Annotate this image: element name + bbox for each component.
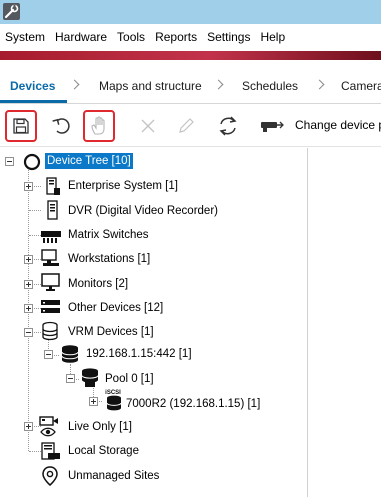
tree-collapse-toggle[interactable] (66, 374, 75, 383)
tree-item-label[interactable]: 192.168.1.15:442 [1] (86, 346, 192, 362)
tree-item-label[interactable]: Unmanaged Sites (68, 468, 159, 484)
tree-expand-toggle[interactable] (24, 255, 33, 264)
tree-item-label[interactable]: Other Devices [12] (68, 300, 163, 316)
hand-tool-button[interactable] (83, 110, 115, 142)
tab-bar: Devices Maps and structure Schedules Cam… (0, 60, 381, 104)
iscsi-storage-icon: iSCSI (101, 388, 125, 412)
chevron-right-icon (69, 79, 80, 90)
tree-expand-toggle[interactable] (24, 280, 33, 289)
other-devices-icon (40, 297, 60, 317)
close-icon (141, 119, 155, 133)
tree-item-label[interactable]: VRM Devices [1] (68, 324, 154, 340)
tree-expand-toggle[interactable] (24, 422, 33, 431)
menu-bar: System Hardware Tools Reports Settings H… (0, 24, 381, 51)
tree-connector (29, 210, 41, 211)
vrm-database-icon (40, 321, 60, 341)
tree-item-label[interactable]: Matrix Switches (68, 227, 149, 243)
chevron-right-icon (213, 79, 224, 90)
tree-item-label[interactable]: 7000R2 (192.168.1.15) [1] (126, 396, 260, 412)
change-device-button[interactable] (256, 110, 288, 142)
iscsi-icon-text: iSCSI (105, 390, 121, 396)
edit-button[interactable] (170, 110, 202, 142)
save-icon (13, 118, 29, 134)
monitor-icon (40, 272, 60, 292)
undo-icon (52, 118, 70, 134)
tree-item-label[interactable]: Monitors [2] (68, 276, 128, 292)
menu-settings[interactable]: Settings (202, 24, 255, 51)
undo-button[interactable] (45, 110, 77, 142)
tab-maps-and-structure[interactable]: Maps and structure (99, 60, 202, 103)
pencil-icon (179, 118, 194, 133)
dvr-icon (42, 200, 62, 220)
live-only-icon (38, 414, 62, 438)
device-tree-root-icon (22, 152, 42, 172)
app-tools-icon[interactable] (3, 3, 20, 20)
matrix-switch-icon (40, 225, 61, 245)
menu-hardware[interactable]: Hardware (50, 24, 112, 51)
tree-root-label[interactable]: Device Tree [10] (45, 153, 133, 169)
details-pane (307, 148, 381, 497)
location-pin-icon (40, 465, 60, 486)
brand-accent-stripe (0, 51, 381, 60)
tree-item-label[interactable]: Enterprise System [1] (68, 178, 178, 194)
pool-icon (79, 367, 99, 387)
vrm-server-icon (60, 344, 80, 364)
tree-item-label[interactable]: Pool 0 [1] (105, 371, 154, 387)
enterprise-system-icon (42, 176, 62, 196)
local-storage-icon (40, 441, 60, 461)
tree-item-label[interactable]: Live Only [1] (68, 419, 132, 435)
delete-button[interactable] (132, 110, 164, 142)
menu-system[interactable]: System (0, 24, 50, 51)
refresh-button[interactable] (212, 110, 244, 142)
tab-cameras[interactable]: Camera (341, 60, 381, 103)
workstation-icon (40, 248, 60, 268)
refresh-icon (219, 116, 237, 136)
tree-collapse-toggle[interactable] (5, 157, 14, 166)
tree-collapse-toggle[interactable] (24, 328, 33, 337)
tab-schedules[interactable]: Schedules (242, 60, 298, 103)
change-device-label[interactable]: Change device p (295, 118, 381, 132)
tree-item-label[interactable]: Workstations [1] (68, 251, 150, 267)
tab-devices[interactable]: Devices (10, 60, 55, 103)
active-tab-indicator (0, 100, 67, 103)
tree-expand-toggle[interactable] (24, 182, 33, 191)
tree-expand-toggle[interactable] (24, 304, 33, 313)
save-button[interactable] (5, 110, 37, 142)
tree-item-label[interactable]: DVR (Digital Video Recorder) (68, 203, 218, 219)
tree-expand-toggle[interactable] (89, 397, 98, 406)
chevron-right-icon (314, 79, 325, 90)
menu-reports[interactable]: Reports (150, 24, 202, 51)
tree-item-label[interactable]: Local Storage (68, 443, 139, 459)
hand-icon (91, 116, 105, 135)
menu-tools[interactable]: Tools (112, 24, 150, 51)
tree-collapse-toggle[interactable] (44, 350, 53, 359)
change-device-icon (261, 121, 284, 132)
menu-help[interactable]: Help (255, 24, 290, 51)
title-bar (0, 0, 381, 24)
